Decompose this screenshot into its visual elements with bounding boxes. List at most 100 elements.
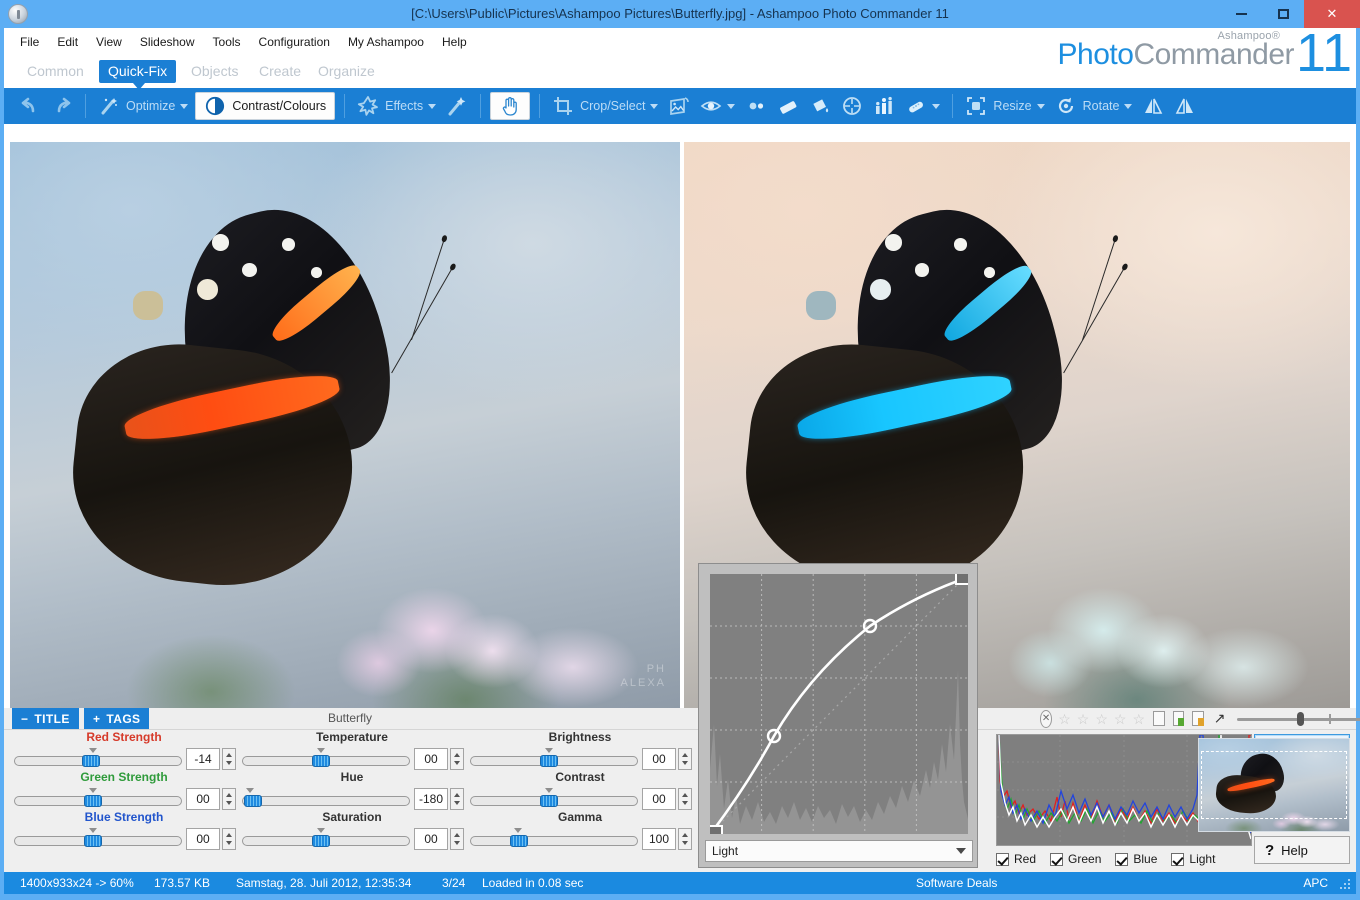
- original-image-pane[interactable]: PHALEXA: [10, 142, 680, 708]
- value-hue[interactable]: -180: [414, 788, 448, 810]
- retouch-button[interactable]: [900, 92, 945, 120]
- title-chip-button[interactable]: − TITLE: [12, 708, 79, 729]
- value-temperature[interactable]: 00: [414, 748, 448, 770]
- image-icon[interactable]: [1153, 711, 1165, 726]
- checkbox-light[interactable]: Light: [1171, 852, 1215, 866]
- optimize-button[interactable]: Optimize: [93, 92, 193, 120]
- spinner-hue[interactable]: [450, 788, 464, 810]
- slider-gamma[interactable]: [470, 830, 638, 848]
- checkbox-green-box[interactable]: [1050, 853, 1063, 866]
- slider-red-strength[interactable]: [14, 750, 182, 768]
- chevron-down-icon-crop[interactable]: [650, 104, 658, 109]
- resize-button[interactable]: Resize: [960, 92, 1049, 120]
- menu-item-help[interactable]: Help: [440, 33, 469, 51]
- menu-item-slideshow[interactable]: Slideshow: [138, 33, 197, 51]
- checkbox-red[interactable]: Red: [996, 852, 1036, 866]
- crop-select-button[interactable]: Crop/Select: [547, 92, 663, 120]
- slider-brightness[interactable]: [470, 750, 638, 768]
- fit-arrow-icon[interactable]: ↗: [1214, 710, 1226, 727]
- checkbox-green[interactable]: Green: [1050, 852, 1101, 866]
- tab-create[interactable]: Create: [250, 60, 310, 83]
- navigator-selection-rect[interactable]: [1201, 751, 1347, 819]
- eraser-button[interactable]: [772, 92, 804, 120]
- curves-channel-select[interactable]: Light: [705, 840, 973, 862]
- effects-wand-button[interactable]: [441, 92, 473, 120]
- menu-item-tools[interactable]: Tools: [211, 33, 243, 51]
- effects-button[interactable]: Effects: [352, 92, 441, 120]
- tab-organize[interactable]: Organize: [309, 60, 384, 83]
- checkbox-blue-box[interactable]: [1115, 853, 1128, 866]
- slider-saturation[interactable]: [242, 830, 410, 848]
- slider-hue[interactable]: [242, 790, 410, 808]
- resize-grip-icon[interactable]: [1340, 879, 1350, 889]
- curves-canvas[interactable]: [710, 574, 968, 834]
- slider-green-strength[interactable]: [14, 790, 182, 808]
- value-green-strength[interactable]: 00: [186, 788, 220, 810]
- slider-blue-strength[interactable]: [14, 830, 182, 848]
- rating-star-4[interactable]: ☆: [1114, 712, 1127, 726]
- menu-item-file[interactable]: File: [18, 33, 41, 51]
- spinner-red-strength[interactable]: [222, 748, 236, 770]
- rating-star-2[interactable]: ☆: [1077, 712, 1090, 726]
- paint-bucket-button[interactable]: [804, 92, 836, 120]
- value-red-strength[interactable]: -14: [186, 748, 220, 770]
- pan-tool-button[interactable]: [490, 92, 530, 120]
- checkbox-blue[interactable]: Blue: [1115, 852, 1157, 866]
- curves-graph[interactable]: [710, 574, 968, 834]
- value-blue-strength[interactable]: 00: [186, 828, 220, 850]
- redo-button[interactable]: [46, 92, 78, 120]
- image-lock-green-icon[interactable]: [1173, 711, 1185, 726]
- chevron-down-icon-redeye[interactable]: [727, 104, 735, 109]
- spinner-contrast[interactable]: [678, 788, 692, 810]
- tab-common[interactable]: Common: [18, 60, 93, 83]
- contrast-colours-button[interactable]: Contrast/Colours: [195, 92, 335, 120]
- menu-item-view[interactable]: View: [94, 33, 124, 51]
- chevron-down-icon-resize[interactable]: [1037, 104, 1045, 109]
- menu-item-configuration[interactable]: Configuration: [257, 33, 332, 51]
- levels-button[interactable]: [868, 92, 900, 120]
- tab-quick-fix[interactable]: Quick-Fix: [99, 60, 176, 83]
- menu-item-edit[interactable]: Edit: [55, 33, 80, 51]
- value-contrast[interactable]: 00: [642, 788, 676, 810]
- flip-vertical-button[interactable]: [1169, 92, 1201, 120]
- chevron-down-icon-effects[interactable]: [428, 104, 436, 109]
- chevron-down-icon[interactable]: [180, 104, 188, 109]
- blemish-remove-button[interactable]: [740, 92, 772, 120]
- minimize-button[interactable]: [1220, 0, 1262, 28]
- spinner-green-strength[interactable]: [222, 788, 236, 810]
- curves-dialog[interactable]: Light: [698, 563, 978, 868]
- tab-objects[interactable]: Objects: [182, 60, 247, 83]
- chevron-down-icon-rotate[interactable]: [1124, 104, 1132, 109]
- chevron-down-icon-retouch[interactable]: [932, 104, 940, 109]
- rotate-button[interactable]: Rotate: [1050, 92, 1138, 120]
- value-brightness[interactable]: 00: [642, 748, 676, 770]
- rating-star-3[interactable]: ☆: [1095, 712, 1108, 726]
- distort-button[interactable]: [836, 92, 868, 120]
- menu-item-my-ashampoo[interactable]: My Ashampoo: [346, 33, 426, 51]
- spinner-blue-strength[interactable]: [222, 828, 236, 850]
- zoom-slider[interactable]: [1237, 712, 1356, 726]
- clear-rating-icon[interactable]: ✕: [1040, 710, 1052, 728]
- slider-contrast[interactable]: [470, 790, 638, 808]
- undo-button[interactable]: [14, 92, 46, 120]
- spinner-temperature[interactable]: [450, 748, 464, 770]
- spinner-gamma[interactable]: [678, 828, 692, 850]
- slider-temperature[interactable]: [242, 750, 410, 768]
- help-button[interactable]: ? Help: [1254, 836, 1350, 864]
- spinner-brightness[interactable]: [678, 748, 692, 770]
- checkbox-red-box[interactable]: [996, 853, 1009, 866]
- straighten-button[interactable]: [663, 92, 695, 120]
- image-lock-orange-icon[interactable]: [1192, 711, 1204, 726]
- chevron-down-icon-curves[interactable]: [956, 848, 966, 854]
- rating-star-1[interactable]: ☆: [1058, 712, 1071, 726]
- tags-chip-button[interactable]: + TAGS: [84, 708, 149, 729]
- value-saturation[interactable]: 00: [414, 828, 448, 850]
- red-eye-button[interactable]: [695, 92, 740, 120]
- status-promo[interactable]: Software Deals: [916, 872, 997, 894]
- checkbox-light-box[interactable]: [1171, 853, 1184, 866]
- rating-star-5[interactable]: ☆: [1132, 712, 1145, 726]
- value-gamma[interactable]: 100: [642, 828, 676, 850]
- spinner-saturation[interactable]: [450, 828, 464, 850]
- flip-horizontal-button[interactable]: [1137, 92, 1169, 120]
- navigator-thumbnail[interactable]: [1198, 738, 1350, 832]
